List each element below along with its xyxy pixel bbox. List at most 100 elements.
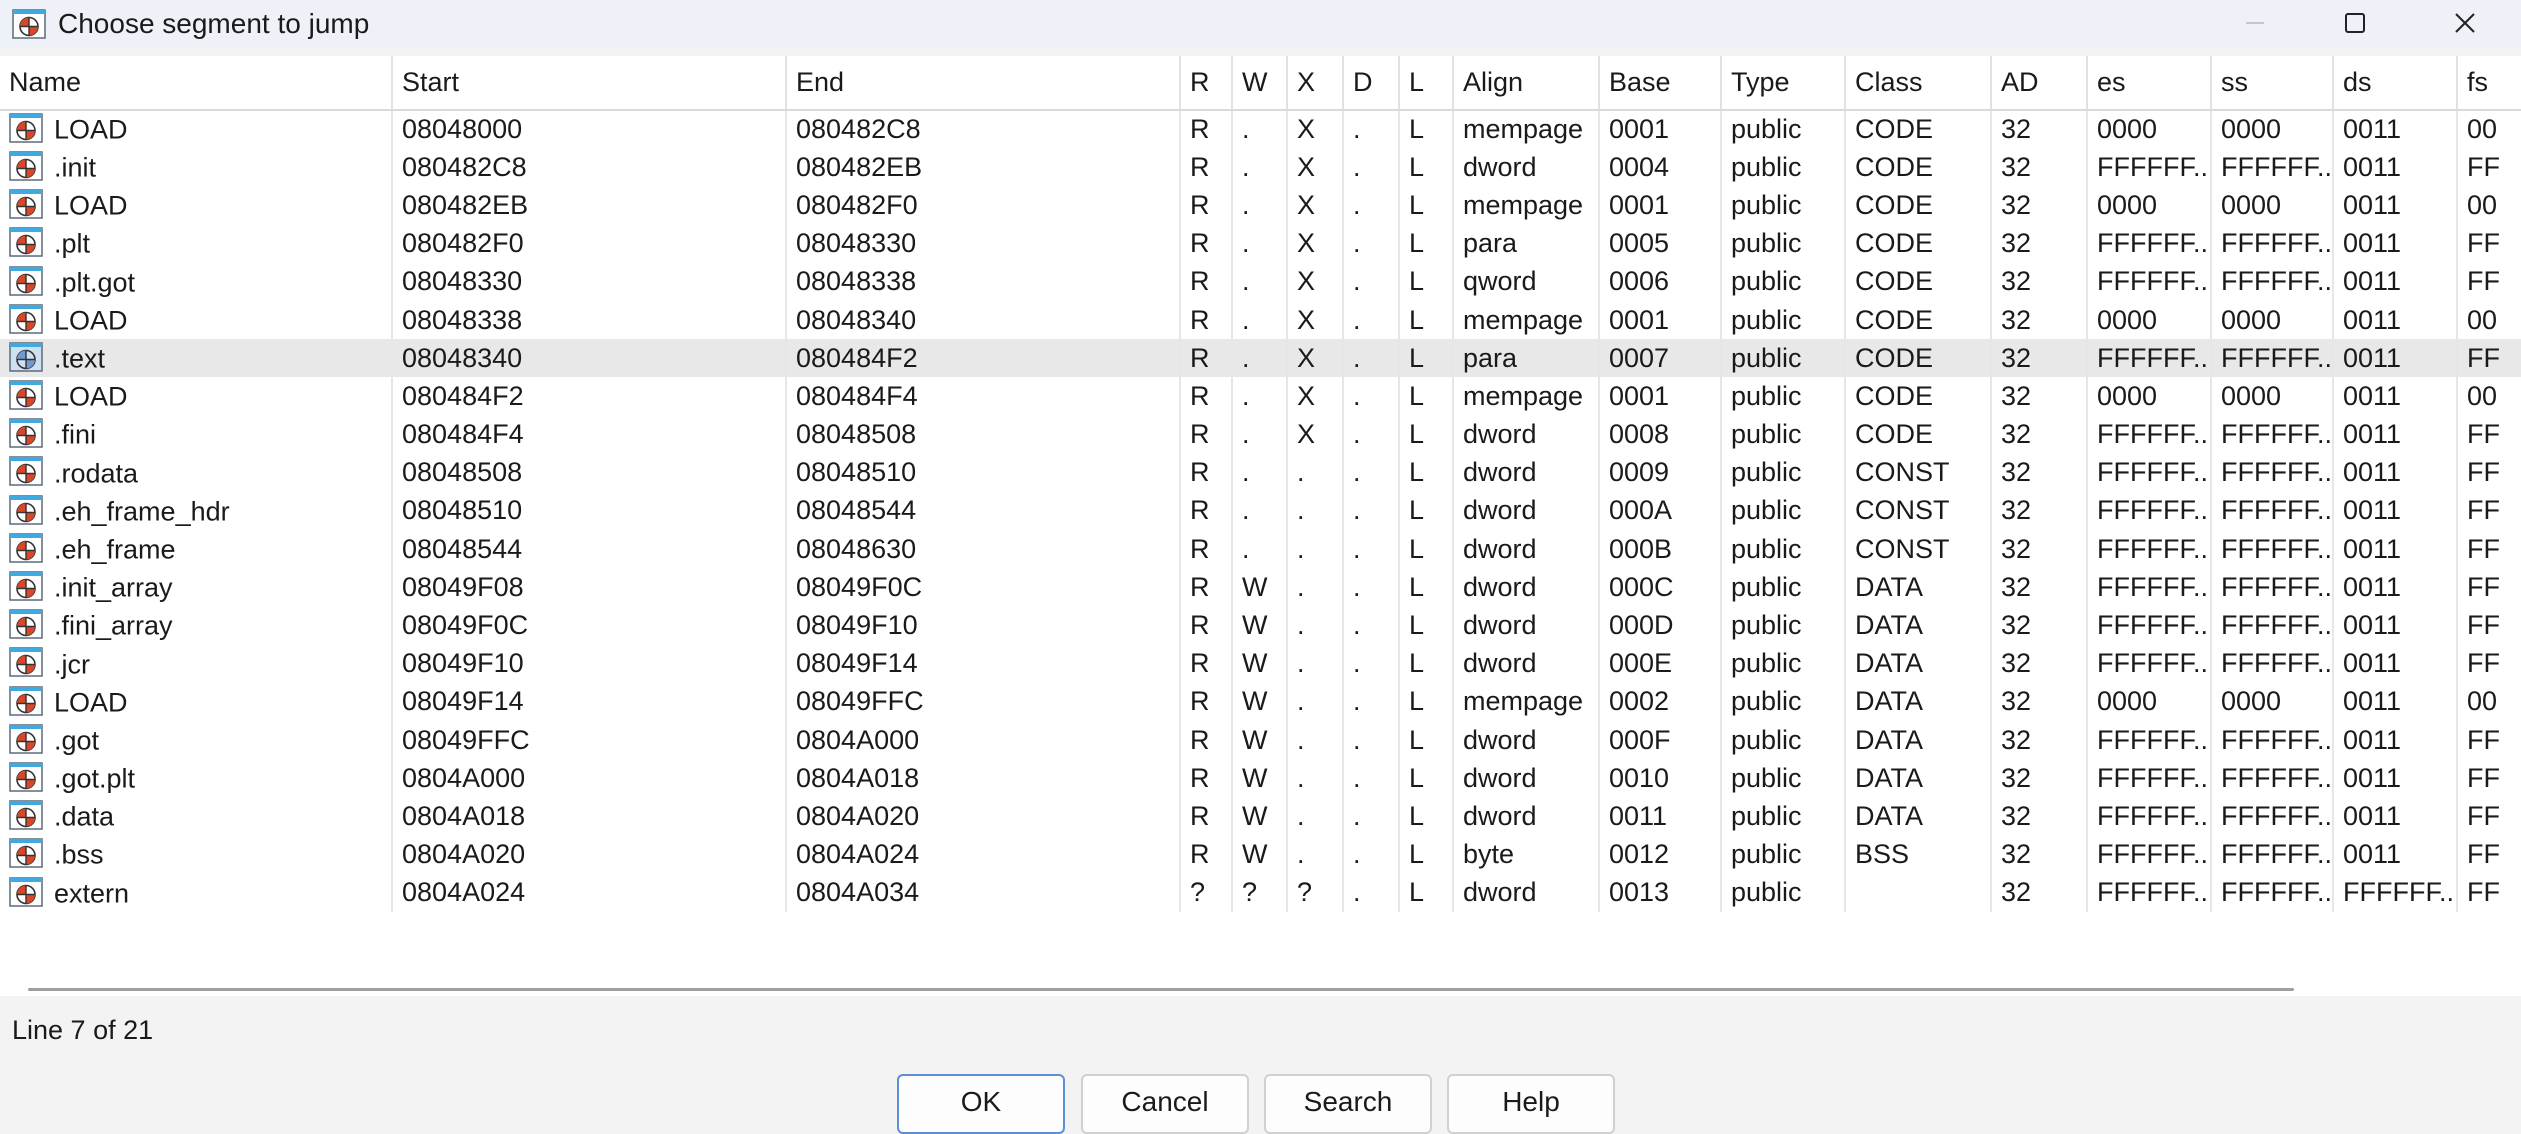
ok-button[interactable]: OK bbox=[897, 1074, 1065, 1134]
table-cell: FF bbox=[2457, 568, 2521, 607]
table-cell: 0804A020 bbox=[786, 797, 1181, 836]
column-header[interactable]: L bbox=[1399, 56, 1454, 111]
segment-name: LOAD bbox=[54, 190, 128, 221]
table-cell: 08048510 bbox=[786, 453, 1181, 492]
table-row[interactable]: .got 08049FFC 0804A000 R W.. Ldword 000F public… bbox=[0, 721, 2521, 760]
table-cell: . bbox=[1287, 644, 1344, 683]
segment-icon bbox=[9, 877, 43, 907]
table-row[interactable]: LOAD 08048338 08048340 R. X. Lmempage 0001 publ… bbox=[0, 300, 2521, 340]
table-cell: W bbox=[1232, 835, 1288, 874]
table-row[interactable]: .text 08048340 080484F2 R. X. Lpara 0007 public… bbox=[0, 339, 2521, 378]
table-cell: 000F bbox=[1599, 721, 1722, 760]
table-cell: FF bbox=[2457, 759, 2521, 798]
table-row[interactable]: LOAD 080482EB 080482F0 R. X. Lmempage 0001 publ… bbox=[0, 186, 2521, 225]
table-row[interactable]: .bss 0804A020 0804A024 R W.. Lbyte 0012 public B… bbox=[0, 835, 2521, 874]
table-cell: L bbox=[1399, 339, 1454, 378]
table-row[interactable]: .plt 080482F0 08048330 R. X. Lpara 0005 public C… bbox=[0, 224, 2521, 263]
table-cell: 0001 bbox=[1599, 186, 1722, 225]
column-header[interactable]: fs bbox=[2457, 56, 2521, 111]
table-cell: 32 bbox=[1991, 873, 2088, 912]
table-cell: 000D bbox=[1599, 606, 1722, 645]
table-cell: .bss bbox=[0, 835, 393, 874]
table-cell: L bbox=[1399, 530, 1454, 569]
column-header[interactable]: W bbox=[1232, 56, 1288, 111]
column-header[interactable]: Align bbox=[1453, 56, 1600, 111]
table-cell: 0001 bbox=[1599, 377, 1722, 416]
segment-list[interactable]: Name Start End R W X D L Align Base Type… bbox=[0, 56, 2521, 996]
table-cell: 08048510 bbox=[392, 491, 787, 531]
table-cell: FFFFFF... bbox=[2087, 224, 2212, 263]
table-cell: CODE bbox=[1845, 186, 1992, 225]
column-header[interactable]: End bbox=[786, 56, 1181, 111]
column-header[interactable]: AD bbox=[1991, 56, 2088, 111]
table-cell: L bbox=[1399, 262, 1454, 301]
horizontal-scrollbar[interactable] bbox=[28, 988, 2294, 991]
table-row[interactable]: .got.plt 0804A000 0804A018 R W.. Ldword 0010 pu… bbox=[0, 759, 2521, 798]
table-cell: 32 bbox=[1991, 300, 2088, 340]
table-cell: . bbox=[1232, 491, 1288, 531]
table-cell: CODE bbox=[1845, 377, 1992, 416]
table-cell: 0009 bbox=[1599, 453, 1722, 492]
table-cell: 32 bbox=[1991, 453, 2088, 492]
table-row[interactable]: .eh_frame 08048544 08048630 R... Ldword 000B p… bbox=[0, 530, 2521, 569]
table-row[interactable]: .fini 080484F4 08048508 R. X. Ldword 0008 publi… bbox=[0, 415, 2521, 454]
table-cell: FFFFFF... bbox=[2333, 873, 2458, 912]
table-cell: public bbox=[1721, 377, 1846, 416]
column-header[interactable]: Start bbox=[392, 56, 787, 111]
column-header[interactable]: ds bbox=[2333, 56, 2458, 111]
table-cell: 08049F10 bbox=[392, 644, 787, 683]
segment-name: .jcr bbox=[54, 648, 90, 679]
table-cell: FFFFFF... bbox=[2211, 644, 2334, 683]
table-row[interactable]: .init 080482C8 080482EB R. X. Ldword 0004 publi… bbox=[0, 148, 2521, 187]
close-button[interactable] bbox=[2415, 0, 2515, 46]
table-row[interactable]: .init_array 08049F08 08049F0C R W.. Ldword 000… bbox=[0, 568, 2521, 607]
segment-icon bbox=[9, 724, 43, 754]
table-cell: FFFFFF... bbox=[2211, 491, 2334, 531]
table-row[interactable]: .data 0804A018 0804A020 R W.. Ldword 0011 publi… bbox=[0, 797, 2521, 836]
table-row[interactable]: LOAD 080484F2 080484F4 R. X. Lmempage 0001 publ… bbox=[0, 377, 2521, 416]
table-cell: FF bbox=[2457, 530, 2521, 569]
table-cell: . bbox=[1232, 339, 1288, 378]
table-row[interactable]: .plt.got 08048330 08048338 R. X. Lqword 0006 pu… bbox=[0, 262, 2521, 301]
table-cell: para bbox=[1453, 224, 1600, 263]
column-header[interactable]: R bbox=[1180, 56, 1233, 111]
table-cell: 32 bbox=[1991, 339, 2088, 378]
minimize-button[interactable] bbox=[2205, 0, 2305, 46]
table-cell: L bbox=[1399, 873, 1454, 912]
table-row[interactable]: .eh_frame_hdr 08048510 08048544 R... Ldword 0… bbox=[0, 491, 2521, 531]
column-header[interactable]: Type bbox=[1721, 56, 1846, 111]
table-cell: . bbox=[1343, 491, 1400, 531]
segment-icon bbox=[9, 838, 43, 868]
table-cell: public bbox=[1721, 682, 1846, 721]
segment-icon bbox=[9, 495, 43, 525]
table-row[interactable]: LOAD 08048000 080482C8 R. X. Lmempage 0001 publ… bbox=[0, 110, 2521, 149]
table-row[interactable]: .fini_array 08049F0C 08049F10 R W.. Ldword 000… bbox=[0, 606, 2521, 645]
column-header[interactable]: ss bbox=[2211, 56, 2334, 111]
column-header[interactable]: Name bbox=[0, 56, 393, 111]
column-header[interactable]: Class bbox=[1845, 56, 1992, 111]
table-cell: 0000 bbox=[2211, 682, 2334, 721]
table-cell: public bbox=[1721, 606, 1846, 645]
table-cell: public bbox=[1721, 262, 1846, 301]
table-row[interactable]: LOAD 08049F14 08049FFC R W.. Lmempage 0002 publ… bbox=[0, 682, 2521, 721]
table-cell: 0011 bbox=[2333, 377, 2458, 416]
search-button[interactable]: Search bbox=[1264, 1074, 1432, 1134]
maximize-icon bbox=[2345, 13, 2365, 33]
table-row[interactable]: .jcr 08049F10 08049F14 R W.. Ldword 000E public… bbox=[0, 644, 2521, 683]
column-header[interactable]: X bbox=[1287, 56, 1344, 111]
column-header[interactable]: D bbox=[1343, 56, 1400, 111]
table-row[interactable]: extern 0804A024 0804A034???. Ldword 0013 publ… bbox=[0, 873, 2521, 912]
segment-name: LOAD bbox=[54, 687, 128, 718]
maximize-button[interactable] bbox=[2305, 0, 2405, 46]
table-cell: 00 bbox=[2457, 186, 2521, 225]
table-cell: R bbox=[1180, 835, 1233, 874]
table-row[interactable]: .rodata 08048508 08048510 R... Ldword 0009 pub… bbox=[0, 453, 2521, 492]
table-cell: 32 bbox=[1991, 415, 2088, 454]
table-cell: 000B bbox=[1599, 530, 1722, 569]
table-cell: 32 bbox=[1991, 721, 2088, 760]
table-cell: public bbox=[1721, 453, 1846, 492]
cancel-button[interactable]: Cancel bbox=[1081, 1074, 1249, 1134]
column-header[interactable]: es bbox=[2087, 56, 2212, 111]
help-button[interactable]: Help bbox=[1447, 1074, 1615, 1134]
column-header[interactable]: Base bbox=[1599, 56, 1722, 111]
